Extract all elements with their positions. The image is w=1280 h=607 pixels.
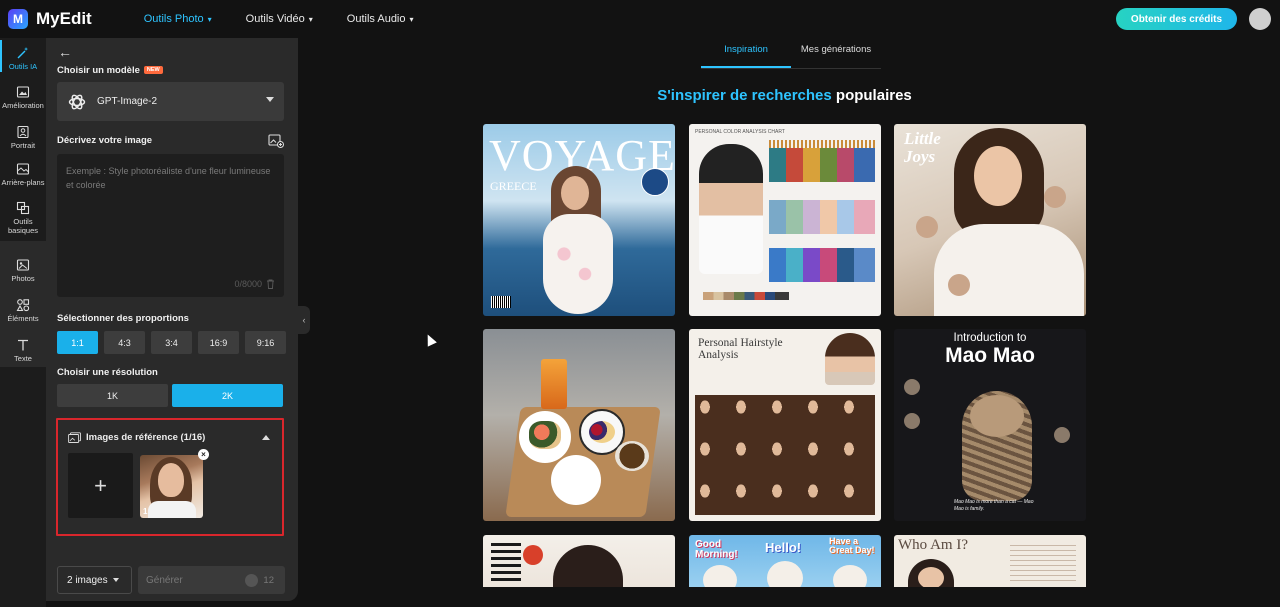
rail-item-elements[interactable]: Éléments xyxy=(0,298,46,323)
prompt-input[interactable] xyxy=(66,164,275,274)
image-count-select[interactable]: 2 images xyxy=(57,566,132,594)
credit-coin-icon xyxy=(245,574,259,587)
app-name: MyEdit xyxy=(36,9,92,28)
char-counter: 0/8000 xyxy=(234,279,262,289)
rail-item-photos[interactable]: Photos xyxy=(0,258,46,283)
generate-button[interactable]: Générer 12 xyxy=(138,566,285,594)
nav-outils-audio[interactable]: Outils Audio ▾ xyxy=(347,13,414,25)
text-icon xyxy=(18,339,28,351)
model-label: Choisir un modèle NEW xyxy=(57,65,163,76)
chevron-down-icon xyxy=(112,578,119,582)
images-icon xyxy=(68,432,81,443)
model-select[interactable]: GPT-Image-2 xyxy=(57,82,284,121)
image-add-icon[interactable] xyxy=(268,134,284,148)
ratio-label: Sélectionner des proportions xyxy=(57,313,189,324)
rail-item-amelioration[interactable]: Amélioration xyxy=(0,85,46,110)
tab-inspiration[interactable]: Inspiration xyxy=(701,44,791,68)
ratio-option-4-3[interactable]: 4:3 xyxy=(104,331,145,354)
resolution-option-1k[interactable]: 1K xyxy=(57,384,168,407)
magic-wand-icon xyxy=(17,47,29,59)
new-badge: NEW xyxy=(143,66,163,75)
get-credits-button[interactable]: Obtenir des crédits xyxy=(1116,8,1237,30)
inspiration-card-calligraphy[interactable] xyxy=(483,535,675,587)
tool-rail: Outils IA Amélioration Portrait Arrière-… xyxy=(0,38,46,607)
mouse-cursor xyxy=(423,332,437,347)
top-bar: M MyEdit Outils Photo ▾ Outils Vidéo ▾ Out… xyxy=(0,0,1280,38)
app-logo[interactable]: M MyEdit xyxy=(8,9,92,29)
openai-icon xyxy=(68,94,86,109)
ratio-option-9-16[interactable]: 9:16 xyxy=(245,331,286,354)
inspiration-card-hello-dogs[interactable]: Good Morning! Hello! Have a Great Day! xyxy=(689,535,881,587)
dropdown-caret-icon xyxy=(266,97,274,102)
inspiration-card-hairstyle[interactable]: Personal Hairstyle Analysis xyxy=(689,329,881,521)
ai-generator-panel: ← Choisir un modèle NEW GPT-Image-2 Décri… xyxy=(46,38,298,601)
trash-icon[interactable] xyxy=(266,279,275,289)
chevron-down-icon: ▾ xyxy=(207,14,212,24)
ratio-option-3-4[interactable]: 3:4 xyxy=(151,331,192,354)
inspiration-card-little-joys[interactable]: Little Joys xyxy=(894,124,1086,316)
generate-row: 2 images Générer 12 xyxy=(57,566,285,594)
nav-outils-photo[interactable]: Outils Photo ▾ xyxy=(144,13,212,25)
ratio-options: 1:1 4:3 3:4 16:9 9:16 xyxy=(57,331,286,354)
ratio-option-1-1[interactable]: 1:1 xyxy=(57,331,98,354)
photo-icon xyxy=(16,259,30,271)
logo-icon: M xyxy=(8,9,28,29)
shapes-icon xyxy=(16,299,30,312)
rail-item-portrait[interactable]: Portrait xyxy=(0,125,46,150)
resolution-options: 1K 2K xyxy=(57,384,283,407)
chevron-down-icon: ▾ xyxy=(409,14,414,24)
describe-label: Décrivez votre image xyxy=(57,135,153,146)
reference-header: Images de référence (1/16) xyxy=(68,432,205,443)
inspiration-card-voyage[interactable]: VOYAGE GREECE xyxy=(483,124,675,316)
portrait-icon xyxy=(17,125,29,139)
user-avatar[interactable] xyxy=(1249,8,1271,30)
remove-reference-icon[interactable]: × xyxy=(198,449,209,460)
main-tabs: Inspiration Mes générations xyxy=(701,44,881,69)
rail-item-outils-ia[interactable]: Outils IA xyxy=(0,40,46,72)
nav-outils-video[interactable]: Outils Vidéo ▾ xyxy=(246,13,313,25)
rail-item-arriere-plans[interactable]: Arrière-plans xyxy=(0,162,46,187)
inspiration-card-color-chart[interactable]: PERSONAL COLOR ANALYSIS CHART xyxy=(689,124,881,316)
inspiration-card-food-table[interactable] xyxy=(483,329,675,521)
ratio-option-16-9[interactable]: 16:9 xyxy=(198,331,239,354)
prompt-box: 0/8000 xyxy=(57,154,284,297)
collapse-up-icon[interactable] xyxy=(262,435,270,440)
inspiration-card-who-am-i[interactable]: Who Am I? xyxy=(894,535,1086,587)
main-nav: Outils Photo ▾ Outils Vidéo ▾ Outils Audio… xyxy=(144,13,414,25)
reference-images-section: Images de référence (1/16) + 1 × xyxy=(56,418,284,536)
background-icon xyxy=(16,163,30,175)
inspiration-card-mao-mao[interactable]: Introduction to Mao Mao Mao Mao is more … xyxy=(894,329,1086,521)
rail-item-outils-basiques[interactable]: Outils basiques xyxy=(0,201,46,235)
reference-thumbnail[interactable]: 1 xyxy=(140,455,203,518)
resolution-option-2k[interactable]: 2K xyxy=(172,384,283,407)
page-heading: S'inspirer de recherches populaires xyxy=(657,87,912,104)
chevron-down-icon: ▾ xyxy=(308,14,313,24)
model-value: GPT-Image-2 xyxy=(97,96,158,107)
add-reference-button[interactable]: + xyxy=(68,453,133,518)
back-arrow-icon[interactable]: ← xyxy=(58,44,72,60)
reference-number: 1 xyxy=(143,507,148,516)
tab-mes-generations[interactable]: Mes générations xyxy=(791,44,881,68)
collapse-panel-button[interactable]: ‹ xyxy=(298,306,310,334)
rail-item-texte[interactable]: Texte xyxy=(0,338,46,363)
generate-cost: 12 xyxy=(245,574,274,587)
image-enhance-icon xyxy=(16,86,30,98)
crop-icon xyxy=(16,201,30,215)
resolution-label: Choisir une résolution xyxy=(57,367,158,378)
